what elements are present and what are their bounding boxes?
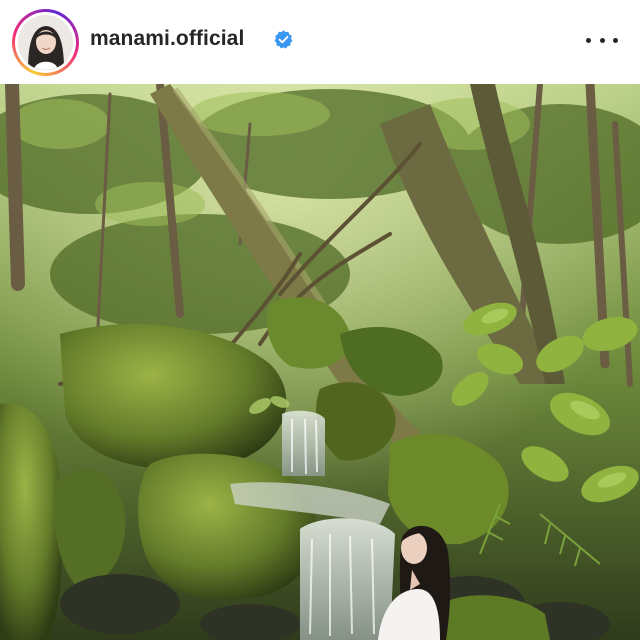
more-horizontal-icon [586, 37, 591, 43]
post-header: manami.official [0, 0, 640, 84]
forest-waterfall-photo [0, 84, 640, 640]
username[interactable]: manami.official [90, 27, 244, 51]
avatar[interactable] [18, 15, 73, 70]
story-ring[interactable] [12, 9, 79, 76]
avatar-image [18, 15, 73, 70]
post-photo[interactable] [0, 84, 640, 640]
more-options-button[interactable] [586, 28, 618, 52]
verified-badge-icon [274, 30, 293, 49]
